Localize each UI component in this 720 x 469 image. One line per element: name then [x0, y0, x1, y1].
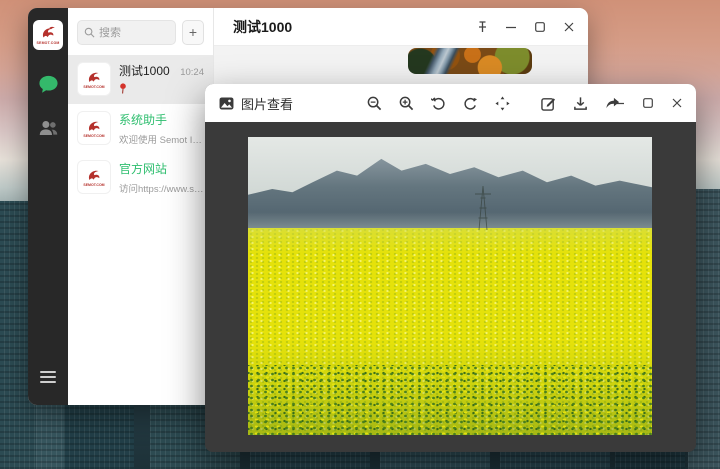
- rotate-right-icon[interactable]: [461, 94, 479, 112]
- search-icon: [84, 27, 95, 38]
- avatar-logo-text: SEMOT.COM: [83, 134, 104, 138]
- share-icon[interactable]: [603, 94, 621, 112]
- chat-bubble-icon: [38, 75, 59, 94]
- pin-icon[interactable]: [475, 20, 489, 34]
- sidebar-item-chats[interactable]: [36, 72, 60, 96]
- chat-title: 测试1000: [119, 62, 176, 79]
- avatar: SEMOT.COM: [77, 62, 111, 96]
- chat-title: 系统助手: [119, 111, 204, 128]
- avatar: SEMOT.COM: [77, 160, 111, 194]
- semot-logo-icon: [85, 168, 103, 183]
- avatar-logo-text: SEMOT.COM: [83, 183, 104, 187]
- chat-time: 10:24: [180, 67, 204, 78]
- fit-screen-icon[interactable]: [493, 94, 511, 112]
- close-icon[interactable]: [562, 20, 576, 34]
- logo-text: SEMOT.COM: [37, 41, 60, 45]
- close-icon[interactable]: [670, 96, 684, 110]
- chat-list-item-test1000[interactable]: SEMOT.COM 测试1000 10:24: [68, 55, 213, 104]
- maximize-icon[interactable]: [533, 20, 547, 34]
- viewer-title: 图片查看: [241, 94, 293, 113]
- picture-icon: [219, 97, 234, 110]
- sent-image-message[interactable]: [408, 48, 532, 74]
- conversation-titlebar: 测试1000: [214, 8, 588, 46]
- maximize-icon[interactable]: [641, 96, 655, 110]
- chat-list-item-system-assistant[interactable]: SEMOT.COM 系统助手 欢迎使用 Semot IM，开始聊...: [68, 104, 213, 153]
- app-sidebar: SEMOT.COM: [28, 8, 68, 405]
- rose-emoji-icon: [119, 83, 127, 94]
- semot-logo-icon: [85, 119, 103, 134]
- zoom-in-icon[interactable]: [397, 94, 415, 112]
- power-pylon: [470, 186, 496, 230]
- search-input[interactable]: [77, 20, 176, 45]
- viewed-photo[interactable]: [248, 137, 652, 435]
- semot-logo-icon: [39, 25, 57, 41]
- chat-list-item-official-site[interactable]: SEMOT.COM 官方网站 访问https://www.semot.com: [68, 153, 213, 202]
- avatar: SEMOT.COM: [77, 111, 111, 145]
- viewer-titlebar: 图片查看: [205, 84, 696, 122]
- zoom-out-icon[interactable]: [365, 94, 383, 112]
- desktop: SEMOT.COM: [0, 0, 720, 469]
- conversation-title: 测试1000: [233, 17, 292, 37]
- add-chat-button[interactable]: +: [182, 20, 204, 45]
- sidebar-item-contacts[interactable]: [36, 116, 60, 140]
- chat-preview: 欢迎使用 Semot IM，开始聊...: [119, 132, 204, 146]
- chat-preview: 访问https://www.semot.com: [119, 181, 204, 195]
- minimize-icon[interactable]: [504, 20, 518, 34]
- search-text-field[interactable]: [99, 27, 169, 39]
- image-viewer-window: 图片查看: [205, 84, 696, 452]
- photo-flower-texture: [248, 365, 652, 435]
- avatar-logo-text: SEMOT.COM: [83, 85, 104, 89]
- chat-title: 官方网站: [119, 160, 204, 177]
- photo-flower-field: [248, 228, 652, 435]
- chat-list-panel: + SEMOT.COM 测试1000 10:24: [68, 8, 214, 405]
- app-logo: SEMOT.COM: [33, 20, 63, 50]
- hamburger-menu-icon[interactable]: [40, 371, 56, 383]
- viewer-canvas: [205, 122, 696, 452]
- chat-preview: [119, 83, 204, 97]
- download-icon[interactable]: [571, 94, 589, 112]
- contacts-icon: [38, 119, 59, 137]
- edit-icon[interactable]: [539, 94, 557, 112]
- semot-logo-icon: [85, 70, 103, 85]
- viewer-toolbar: [365, 94, 621, 112]
- rotate-left-icon[interactable]: [429, 94, 447, 112]
